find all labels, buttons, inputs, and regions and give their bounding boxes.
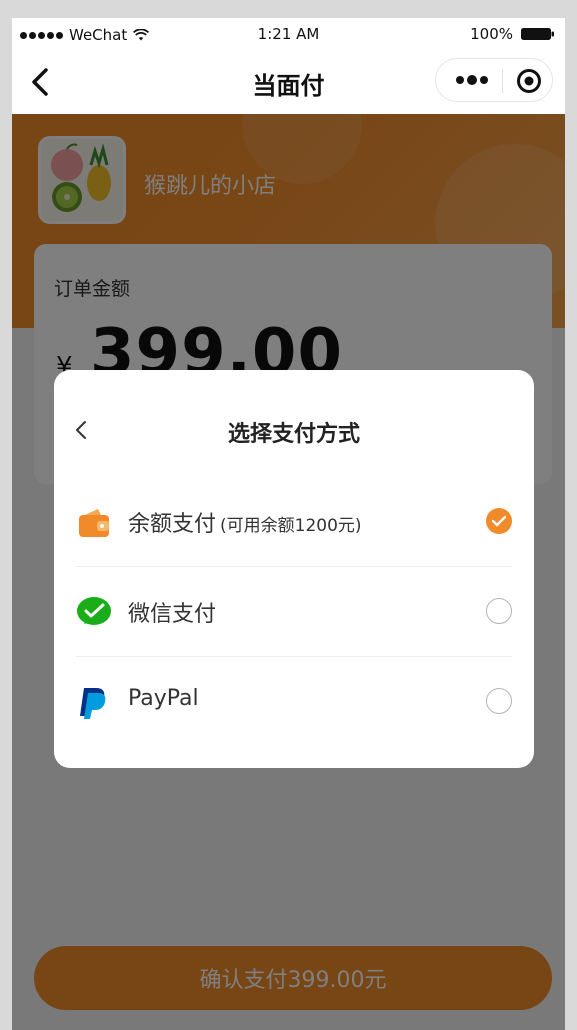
status-bar: WeChat 1:21 AM 100% — [12, 18, 565, 50]
wechat-pay-icon — [77, 597, 111, 625]
sheet-title: 选择支付方式 — [227, 422, 360, 447]
phone-screen: WeChat 1:21 AM 100% 当面付 选择支付方式 余额支付 (可用余… — [12, 18, 565, 1030]
check-icon — [491, 515, 507, 527]
paypal-icon — [80, 688, 106, 719]
radio-unchecked[interactable] — [486, 598, 512, 624]
balance-note: (可用余额1200元) — [220, 516, 362, 536]
option-label: PayPal — [128, 686, 199, 711]
wallet-icon — [79, 509, 109, 537]
payment-method-sheet: 选择支付方式 余额支付 (可用余额1200元) 微信支付 PayPal — [54, 370, 534, 768]
nav-bar: 当面付 — [12, 50, 565, 114]
radio-unchecked[interactable] — [486, 688, 512, 714]
option-label: 余额支付 (可用余额1200元) — [128, 506, 362, 538]
payment-option-paypal[interactable]: PayPal — [76, 656, 512, 746]
payment-option-wechat[interactable]: 微信支付 — [76, 566, 512, 656]
battery-percent: 100% — [470, 25, 513, 43]
payment-option-balance[interactable]: 余额支付 (可用余额1200元) — [76, 476, 512, 566]
target-circle-icon[interactable] — [516, 68, 542, 94]
capsule-divider — [502, 69, 503, 93]
more-dots-icon[interactable] — [454, 73, 490, 87]
status-right: 100% — [470, 25, 555, 43]
option-label: 微信支付 — [128, 602, 217, 627]
option-label-text: 余额支付 — [128, 512, 217, 537]
miniprogram-capsule — [435, 58, 553, 102]
battery-icon — [521, 28, 554, 40]
radio-checked[interactable] — [486, 508, 512, 534]
